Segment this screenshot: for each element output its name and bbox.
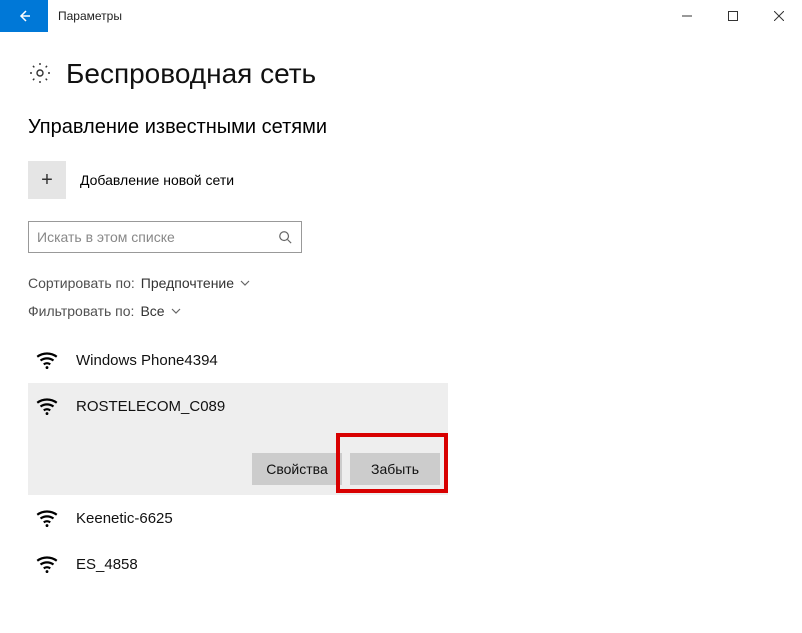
filter-value: Все — [140, 303, 164, 319]
plus-icon: + — [28, 161, 66, 199]
network-item-selected: ROSTELECOM_C089 Свойства Забыть — [28, 383, 448, 495]
sort-row[interactable]: Сортировать по: Предпочтение — [28, 275, 774, 291]
sort-value: Предпочтение — [141, 275, 234, 291]
minimize-icon — [682, 11, 692, 21]
close-icon — [774, 11, 784, 21]
page-header: Беспроводная сеть — [28, 58, 774, 90]
filter-row[interactable]: Фильтровать по: Все — [28, 303, 774, 319]
chevron-down-icon — [171, 306, 181, 316]
back-button[interactable] — [0, 0, 48, 32]
network-item[interactable]: ES_4858 — [28, 541, 448, 587]
titlebar: Параметры — [0, 0, 802, 32]
gear-icon — [28, 61, 52, 88]
search-icon[interactable] — [269, 230, 301, 244]
window-title: Параметры — [48, 0, 122, 32]
wifi-icon — [34, 505, 60, 531]
add-network-row[interactable]: + Добавление новой сети — [28, 161, 774, 199]
search-input[interactable] — [29, 229, 269, 245]
maximize-button[interactable] — [710, 0, 756, 32]
forget-button[interactable]: Забыть — [350, 453, 440, 485]
wifi-icon — [34, 551, 60, 577]
wifi-icon — [34, 347, 60, 373]
sort-label: Сортировать по: — [28, 275, 135, 291]
network-name: ES_4858 — [76, 556, 138, 573]
search-box[interactable] — [28, 221, 302, 253]
add-network-label: Добавление новой сети — [80, 172, 234, 188]
network-item[interactable]: ROSTELECOM_C089 — [28, 383, 448, 429]
network-name: Keenetic-6625 — [76, 510, 173, 527]
wifi-icon — [34, 393, 60, 419]
chevron-down-icon — [240, 278, 250, 288]
maximize-icon — [728, 11, 738, 21]
section-title: Управление известными сетями — [28, 116, 774, 139]
page-title: Беспроводная сеть — [66, 58, 316, 90]
properties-button[interactable]: Свойства — [252, 453, 342, 485]
network-actions: Свойства Забыть — [28, 429, 448, 495]
close-button[interactable] — [756, 0, 802, 32]
content-area: Беспроводная сеть Управление известными … — [0, 32, 802, 587]
filter-label: Фильтровать по: — [28, 303, 134, 319]
network-name: ROSTELECOM_C089 — [76, 398, 225, 415]
window-controls — [664, 0, 802, 32]
network-list: Windows Phone4394 ROSTELECOM_C089 Свойст… — [28, 337, 774, 587]
minimize-button[interactable] — [664, 0, 710, 32]
network-item[interactable]: Keenetic-6625 — [28, 495, 448, 541]
network-name: Windows Phone4394 — [76, 352, 218, 369]
arrow-left-icon — [16, 8, 32, 24]
network-item[interactable]: Windows Phone4394 — [28, 337, 448, 383]
